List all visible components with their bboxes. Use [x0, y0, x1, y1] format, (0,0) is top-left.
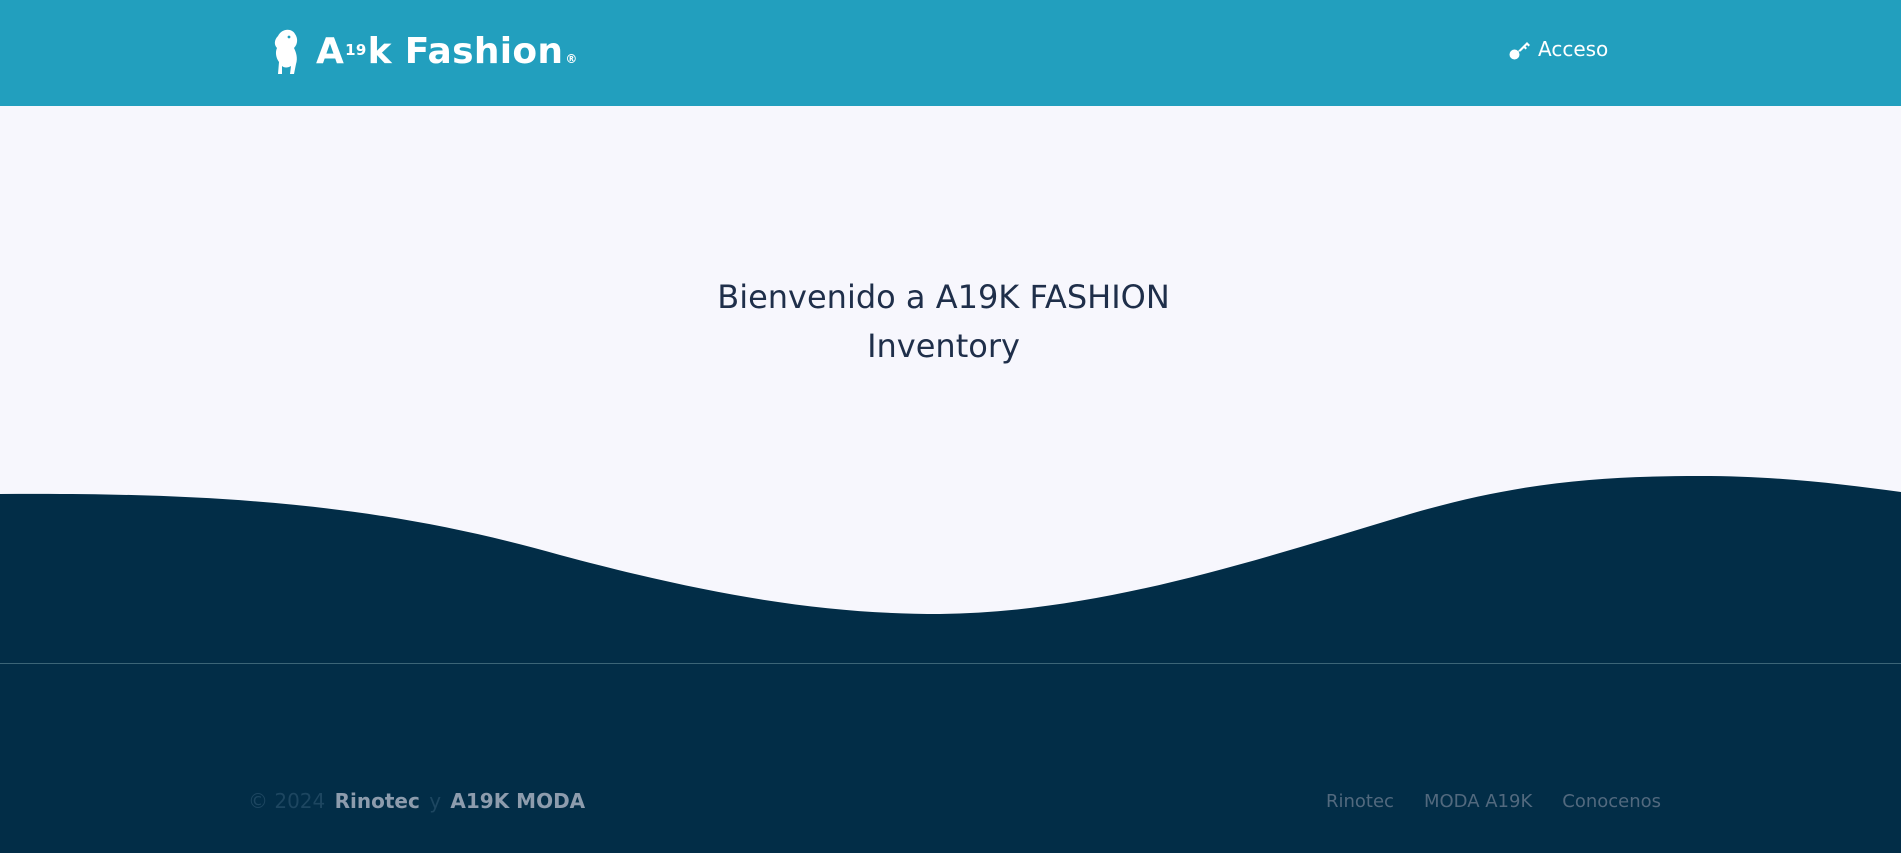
- hero-title: Bienvenido a A19K FASHION Inventory: [0, 273, 1887, 371]
- footer-nav: Rinotec MODA A19K Conocenos: [1326, 791, 1661, 812]
- key-icon: [1509, 42, 1530, 60]
- brand-name: k Fashion: [367, 30, 564, 72]
- brand-wordmark: A 19 k Fashion ®: [316, 31, 578, 72]
- decorative-wave: [0, 476, 1901, 665]
- copyright-text: © 2024 Rinotec y A19K MODA: [248, 789, 588, 813]
- copyright-prefix: © 2024: [248, 789, 326, 813]
- footer-link-a19k-moda-bold[interactable]: A19K MODA: [450, 789, 585, 813]
- footer-link-moda-a19k[interactable]: MODA A19K: [1424, 791, 1532, 812]
- page-footer: © 2024 Rinotec y A19K MODA Rinotec MODA …: [0, 663, 1901, 853]
- hero-title-line1: Bienvenido a A19K FASHION: [717, 278, 1170, 316]
- registered-mark: ®: [565, 51, 578, 66]
- hero-title-line2: Inventory: [867, 327, 1020, 365]
- brand-letter-a: A: [316, 30, 345, 72]
- brand-superscript: 19: [345, 40, 367, 59]
- footer-link-rinotec[interactable]: Rinotec: [1326, 791, 1394, 812]
- copyright-conjunction: y: [429, 789, 442, 813]
- brand-logo-link[interactable]: A 19 k Fashion ®: [258, 18, 578, 84]
- login-link[interactable]: Acceso: [1508, 37, 1608, 61]
- footer-link-rinotec-bold[interactable]: Rinotec: [335, 789, 420, 813]
- top-navbar: A 19 k Fashion ® Acceso: [0, 0, 1901, 106]
- login-label: Acceso: [1538, 37, 1609, 61]
- lion-logo-icon: [266, 22, 300, 77]
- footer-link-conocenos[interactable]: Conocenos: [1562, 791, 1661, 812]
